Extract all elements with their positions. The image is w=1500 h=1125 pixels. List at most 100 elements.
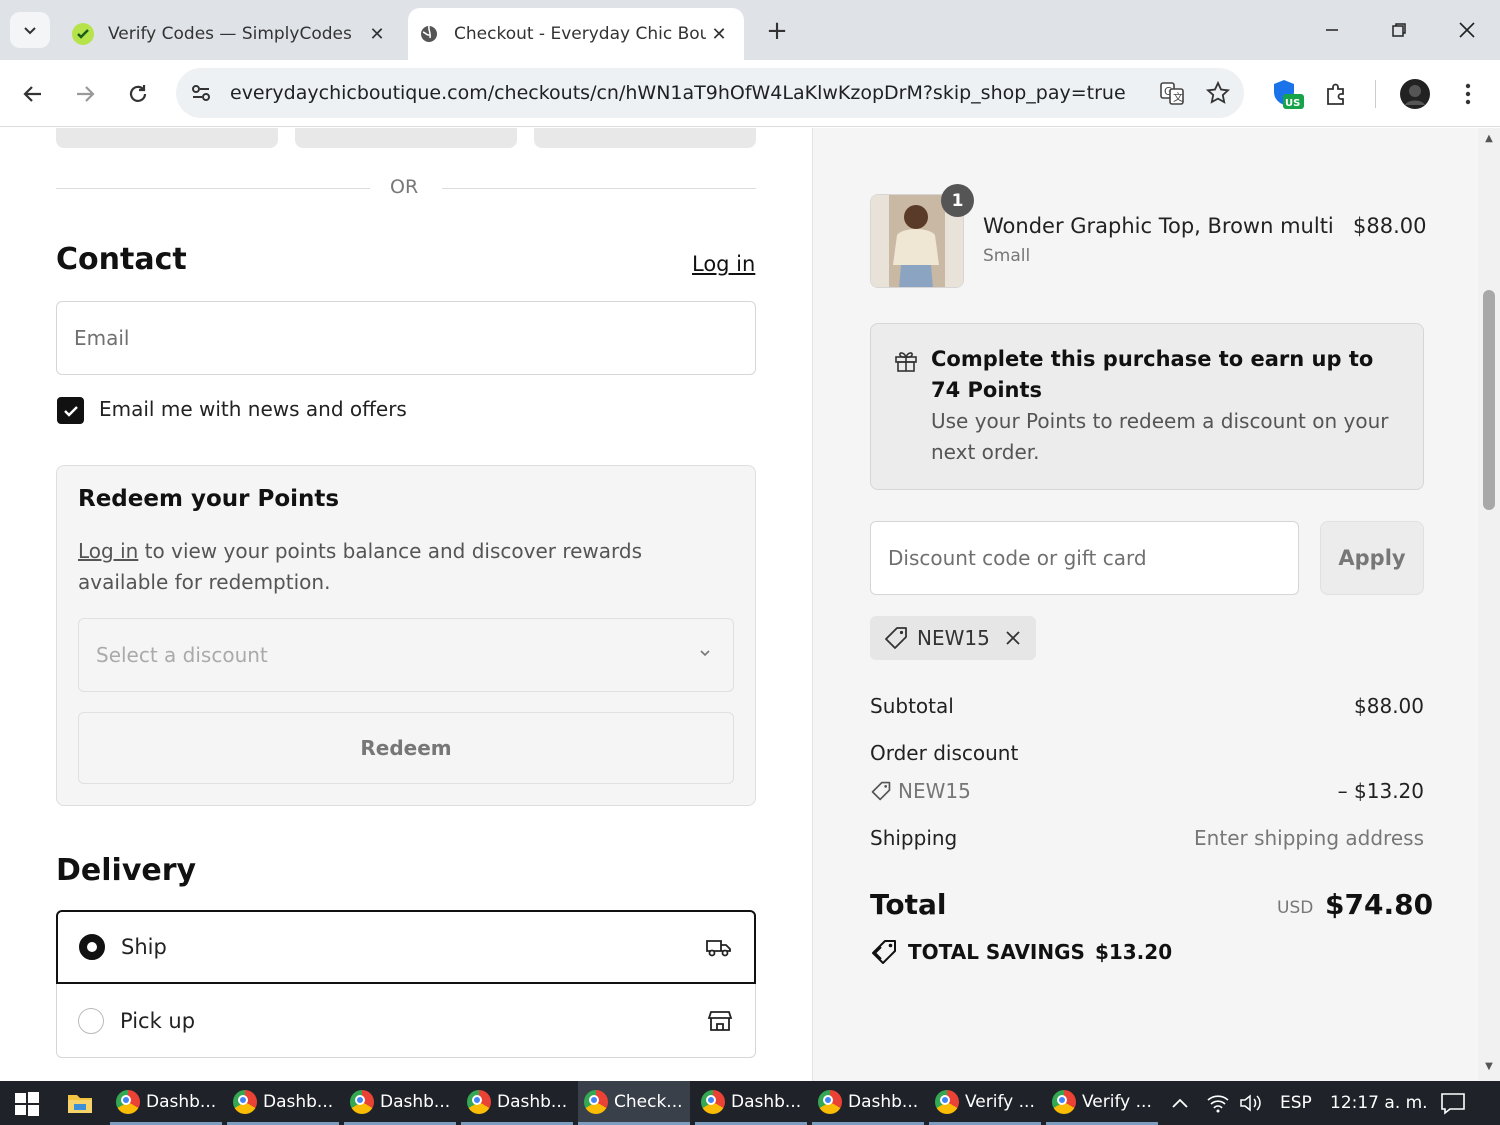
language-indicator[interactable]: ESP — [1280, 1081, 1312, 1125]
gift-icon — [895, 352, 917, 372]
taskbar-chrome-window[interactable]: Dashb... — [812, 1081, 924, 1125]
taskbar-item-label: Verify ... — [1082, 1091, 1152, 1112]
file-explorer-icon[interactable] — [66, 1090, 94, 1116]
close-window-button[interactable] — [1445, 10, 1489, 50]
scroll-up-arrow-icon[interactable]: ▲ — [1483, 134, 1495, 144]
chevron-down-icon — [700, 650, 710, 657]
taskbar-item-label: Dashb... — [263, 1091, 334, 1112]
delivery-option-pickup[interactable]: Pick up — [56, 984, 756, 1058]
chrome-icon — [233, 1089, 257, 1114]
pickup-radio[interactable] — [78, 1007, 104, 1034]
taskbar-item-label: Dashb... — [146, 1091, 217, 1112]
close-icon — [1459, 22, 1475, 38]
forward-button[interactable] — [65, 74, 105, 114]
close-tab-icon[interactable]: ✕ — [706, 21, 732, 47]
delivery-heading: Delivery — [56, 853, 197, 888]
taskbar-chrome-window[interactable]: Dashb... — [344, 1081, 456, 1125]
arrow-left-icon — [23, 86, 41, 102]
points-promo-title: Complete this purchase to earn up to 74 … — [931, 347, 1374, 402]
close-tab-icon[interactable]: ✕ — [364, 21, 390, 47]
subtotal-row: Subtotal $88.00 — [870, 694, 1424, 718]
extension-badge: US — [1285, 98, 1300, 109]
globe-icon — [418, 23, 440, 45]
tray-overflow-icon[interactable] — [1170, 1081, 1190, 1125]
delivery-option-ship[interactable]: Ship — [56, 910, 756, 984]
express-pay-button[interactable] — [56, 128, 278, 148]
discount-code-row: NEW15 – $13.20 — [870, 779, 1424, 807]
url-text[interactable]: everydaychicboutique.com/checkouts/cn/hW… — [230, 82, 1152, 104]
restore-button[interactable] — [1377, 10, 1421, 50]
svg-text:文: 文 — [1173, 91, 1183, 104]
minimize-button[interactable] — [1310, 10, 1354, 50]
scrollbar-thumb[interactable] — [1483, 290, 1495, 510]
profile-avatar[interactable] — [1395, 74, 1435, 114]
volume-icon[interactable] — [1238, 1081, 1264, 1125]
contact-login-link[interactable]: Log in — [692, 252, 755, 276]
extension-shield-icon[interactable]: US — [1268, 74, 1308, 114]
shipping-row: Shipping Enter shipping address — [870, 826, 1424, 850]
windows-taskbar: Dashb... Dashb... Dashb... Dashb... Check...… — [0, 1081, 1500, 1125]
page-scrollbar[interactable]: ▲ ▼ — [1478, 128, 1500, 1081]
back-button[interactable] — [13, 74, 53, 114]
windows-start-icon[interactable] — [14, 1091, 40, 1117]
checkmark-icon — [63, 405, 78, 417]
total-label: Total — [870, 888, 947, 921]
system-clock[interactable]: 12:17 a. m. — [1330, 1081, 1428, 1125]
total-value: $74.80 — [1325, 888, 1434, 921]
browser-menu-icon[interactable] — [1448, 74, 1488, 114]
redeem-points-panel: Redeem your Points Log in to view your p… — [56, 465, 756, 806]
discount-select[interactable]: Select a discount — [78, 618, 734, 692]
discount-code-input[interactable]: Discount code or gift card — [870, 521, 1299, 595]
contact-heading: Contact — [56, 242, 187, 277]
ship-radio[interactable] — [79, 934, 105, 960]
bookmark-star-icon[interactable] — [1198, 73, 1238, 113]
chrome-icon — [935, 1089, 959, 1114]
apply-button[interactable]: Apply — [1320, 521, 1424, 595]
taskbar-chrome-window[interactable]: Dashb... — [695, 1081, 807, 1125]
points-promo-description: Use your Points to redeem a discount on … — [931, 409, 1389, 464]
chrome-icon — [350, 1089, 374, 1114]
translate-icon[interactable]: G文 — [1152, 73, 1192, 113]
discount-code-label: NEW15 — [898, 779, 971, 803]
tab-title: Checkout - Everyday Chic Bouti — [454, 24, 706, 44]
chrome-icon — [584, 1089, 608, 1114]
taskbar-chrome-window[interactable]: Verify ... — [1046, 1081, 1158, 1125]
new-tab-button[interactable]: + — [760, 14, 794, 48]
redeem-points-description: Log in to view your points balance and d… — [78, 536, 698, 598]
notifications-icon[interactable] — [1440, 1081, 1466, 1125]
tab-checkout[interactable]: Checkout - Everyday Chic Bouti ✕ — [408, 8, 744, 60]
newsletter-checkbox[interactable] — [57, 397, 84, 424]
points-promo-panel: Complete this purchase to earn up to 74 … — [870, 323, 1424, 490]
reload-button[interactable] — [118, 74, 158, 114]
redeem-button[interactable]: Redeem — [78, 712, 734, 784]
taskbar-chrome-window[interactable]: Dashb... — [461, 1081, 573, 1125]
express-pay-button[interactable] — [295, 128, 517, 148]
discount-amount: – $13.20 — [1337, 779, 1424, 803]
scroll-down-arrow-icon[interactable]: ▼ — [1483, 1062, 1495, 1072]
email-field[interactable]: Email — [56, 301, 756, 375]
order-summary: 1 Wonder Graphic Top, Brown multi Small … — [812, 128, 1478, 1081]
site-info-icon[interactable] — [184, 76, 218, 110]
product-variant: Small — [983, 246, 1031, 266]
taskbar-chrome-window[interactable]: Verify ... — [929, 1081, 1041, 1125]
store-icon — [705, 1006, 735, 1036]
wifi-icon[interactable] — [1206, 1081, 1230, 1125]
tab-search-button[interactable] — [10, 12, 50, 48]
or-text: OR — [390, 176, 419, 198]
shipping-value: Enter shipping address — [1194, 826, 1424, 850]
express-pay-button[interactable] — [534, 128, 756, 148]
email-placeholder: Email — [74, 326, 130, 350]
taskbar-chrome-window[interactable]: Check... — [578, 1081, 690, 1125]
savings-label: TOTAL SAVINGS — [908, 940, 1085, 964]
taskbar-item-label: Dashb... — [497, 1091, 568, 1112]
tab-simplycodes[interactable]: Verify Codes — SimplyCodes ✕ — [62, 8, 402, 60]
truck-icon — [704, 932, 734, 962]
minimize-icon — [1326, 29, 1338, 31]
redeem-login-link[interactable]: Log in — [78, 539, 138, 563]
or-divider: OR — [56, 176, 756, 200]
address-bar[interactable]: everydaychicboutique.com/checkouts/cn/hW… — [176, 68, 1244, 118]
remove-discount-icon[interactable] — [1004, 629, 1022, 647]
taskbar-chrome-window[interactable]: Dashb... — [227, 1081, 339, 1125]
taskbar-chrome-window[interactable]: Dashb... — [110, 1081, 222, 1125]
extensions-puzzle-icon[interactable] — [1317, 74, 1357, 114]
